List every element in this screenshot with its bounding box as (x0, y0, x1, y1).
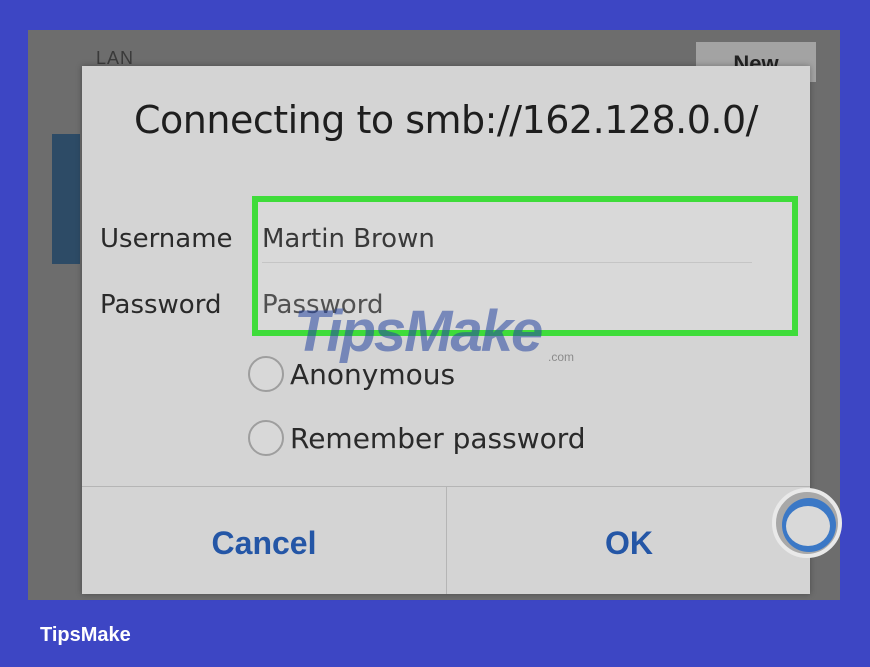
fab-center-icon (786, 506, 830, 546)
background-list-item (52, 134, 80, 264)
remember-password-label: Remember password (290, 421, 586, 455)
remember-password-radio[interactable] (248, 420, 284, 456)
password-label: Password (100, 290, 222, 320)
footer-brand: TipsMake (40, 624, 131, 646)
remember-password-option[interactable]: Remember password (248, 420, 586, 456)
floating-action-button[interactable] (772, 488, 842, 558)
cancel-button[interactable]: Cancel (82, 487, 446, 594)
anonymous-radio[interactable] (248, 356, 284, 392)
ok-button[interactable]: OK (447, 487, 811, 594)
username-label: Username (100, 224, 233, 254)
watermark-suffix: .com (548, 350, 575, 364)
dialog-title: Connecting to smb://162.128.0.0/ (134, 98, 759, 142)
watermark-logo: TipsMake (294, 299, 543, 364)
